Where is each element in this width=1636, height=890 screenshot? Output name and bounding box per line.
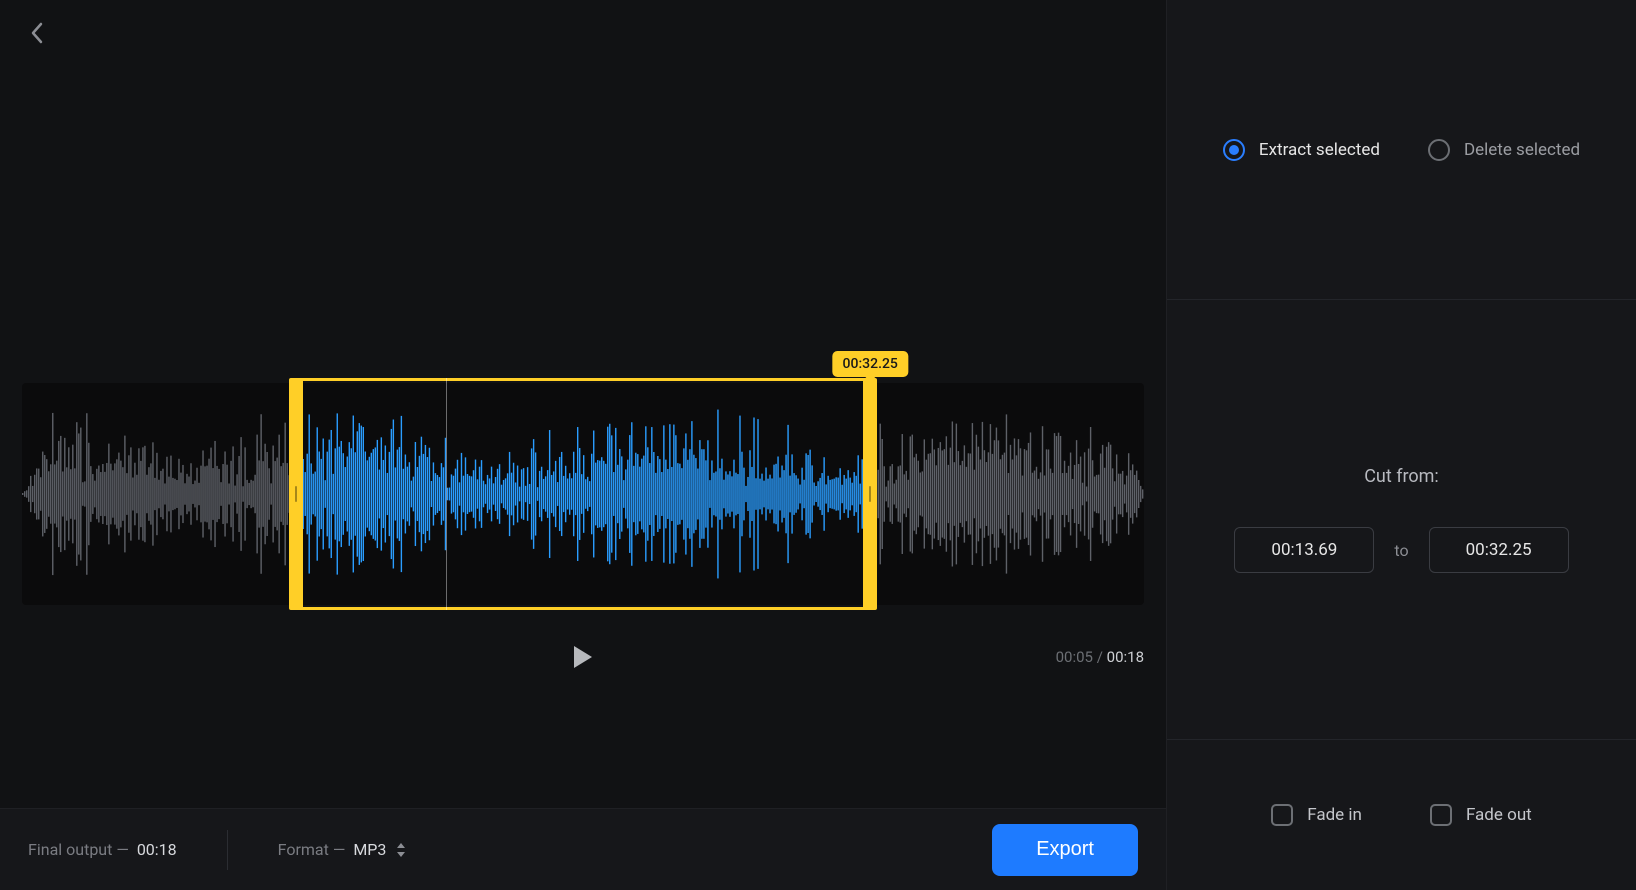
- format-select[interactable]: MP3: [353, 840, 406, 859]
- fade-section: Fade in Fade out: [1167, 740, 1636, 890]
- playback-total: 00:18: [1107, 648, 1144, 666]
- mode-extract-label: Extract selected: [1259, 140, 1380, 160]
- fade-in-label: Fade in: [1307, 805, 1362, 825]
- radio-unselected-icon: [1428, 139, 1450, 161]
- cut-to-input[interactable]: [1429, 527, 1569, 573]
- final-output-value: 00:18: [137, 840, 177, 859]
- fade-out-checkbox[interactable]: Fade out: [1430, 804, 1532, 826]
- cut-section: Cut from: to: [1167, 300, 1636, 740]
- cut-from-label: Cut from:: [1364, 466, 1439, 487]
- final-output: Final output — 00:18: [28, 840, 177, 859]
- play-button[interactable]: [568, 642, 598, 672]
- sidebar: Extract selected Delete selected Cut fro…: [1166, 0, 1636, 890]
- playback-time: 00:05 / 00:18: [1056, 648, 1144, 666]
- checkbox-unchecked-icon: [1271, 804, 1293, 826]
- mode-extract-option[interactable]: Extract selected: [1223, 139, 1380, 161]
- cut-from-input[interactable]: [1234, 527, 1374, 573]
- mode-section: Extract selected Delete selected: [1167, 0, 1636, 300]
- selection-handle-left[interactable]: [289, 378, 303, 610]
- format-value: MP3: [353, 840, 386, 859]
- playback-separator: /: [1097, 648, 1103, 666]
- final-output-label: Final output —: [28, 840, 129, 859]
- play-icon: [572, 645, 594, 669]
- mode-delete-label: Delete selected: [1464, 140, 1580, 160]
- mode-delete-option[interactable]: Delete selected: [1428, 139, 1580, 161]
- playhead[interactable]: [446, 378, 447, 610]
- fade-in-checkbox[interactable]: Fade in: [1271, 804, 1362, 826]
- divider: [227, 830, 228, 870]
- waveform[interactable]: [22, 383, 1144, 605]
- format-label: Format —: [278, 840, 346, 859]
- radio-selected-icon: [1223, 139, 1245, 161]
- export-button[interactable]: Export: [992, 824, 1138, 876]
- fade-out-label: Fade out: [1466, 805, 1532, 825]
- updown-icon: [396, 843, 406, 857]
- bottom-bar: Final output — 00:18 Format — MP3 Export: [0, 808, 1166, 890]
- checkbox-unchecked-icon: [1430, 804, 1452, 826]
- cut-to-label: to: [1394, 541, 1408, 560]
- selection-end-tooltip: 00:32.25: [833, 351, 908, 377]
- selection-handle-right[interactable]: [863, 378, 877, 610]
- playback-current: 00:05: [1056, 648, 1093, 666]
- editor-area: 00:32.25: [0, 0, 1166, 890]
